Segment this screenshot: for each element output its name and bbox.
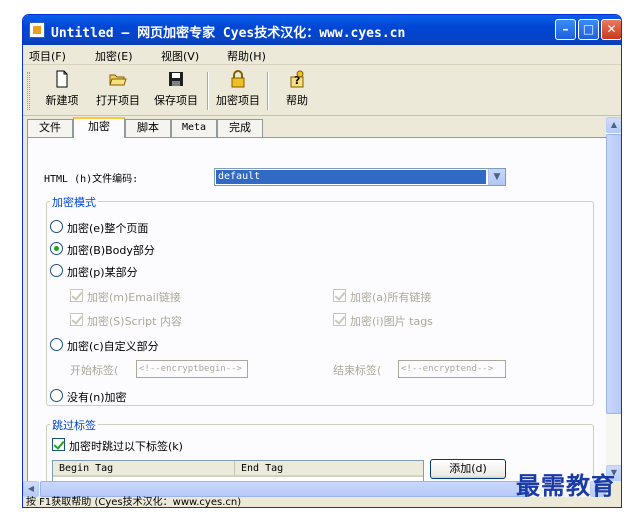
skip-tags-label[interactable]: 加密时跳过以下标签(k) — [69, 438, 183, 454]
toolbar-separator — [267, 72, 269, 110]
encrypt-mode-title: 加密模式 — [50, 194, 98, 210]
checkbox-email-links[interactable] — [70, 289, 83, 302]
radio-whole-page[interactable] — [50, 220, 63, 233]
open-folder-icon — [109, 70, 127, 88]
radio-no-encrypt[interactable] — [50, 389, 63, 402]
menu-view[interactable]: 视图(V) — [161, 48, 199, 64]
skip-tags-list[interactable]: Begin Tag End Tag — [52, 460, 424, 481]
encrypt-panel: HTML (h)文件编码: default ▼ 加密模式 加密(e)整个页面 加… — [27, 137, 606, 481]
add-tag-button[interactable]: 添加(d) — [430, 459, 506, 479]
help-label: 帮助 — [286, 94, 308, 107]
close-button[interactable]: ✕ — [601, 19, 621, 40]
radio-some-part[interactable] — [50, 264, 63, 277]
new-file-icon — [53, 70, 71, 88]
start-tag-label: 开始标签( — [70, 364, 119, 377]
email-links-label: 加密(m)Email链接 — [87, 291, 181, 304]
column-end-tag[interactable]: End Tag — [235, 461, 423, 477]
save-project-label: 保存项目 — [154, 94, 198, 107]
encrypt-project-label: 加密项目 — [216, 94, 260, 107]
chevron-down-icon[interactable]: ▼ — [488, 169, 505, 185]
toolbar-grip[interactable] — [27, 72, 30, 110]
help-icon: ? — [288, 70, 306, 88]
title-bar[interactable]: Untitled – 网页加密专家 Cyes技术汉化：www.cyes.cn –… — [23, 15, 621, 45]
tab-finish[interactable]: 完成 — [217, 119, 263, 137]
toolbar: 新建项 打开项目 保存项目 加密项目 ? 帮助 — [23, 66, 621, 116]
save-project-button[interactable]: 保存项目 — [147, 70, 205, 112]
end-tag-label: 结束标签( — [333, 364, 382, 377]
status-text: 按 F1获取帮助 (Cyes技术汉化：www.cyes.cn) — [26, 497, 242, 508]
body-part-label[interactable]: 加密(B)Body部分 — [67, 242, 155, 258]
open-project-label: 打开项目 — [96, 94, 140, 107]
tab-file[interactable]: 文件 — [27, 119, 73, 137]
scroll-left-button[interactable]: ◀ — [23, 481, 39, 497]
watermark-text: 最需教育 — [516, 471, 616, 500]
menu-help[interactable]: 帮助(H) — [227, 48, 266, 64]
checkbox-script-content[interactable] — [70, 313, 83, 326]
window-title: Untitled – 网页加密专家 Cyes技术汉化：www.cyes.cn — [51, 26, 406, 41]
some-part-label[interactable]: 加密(p)某部分 — [67, 264, 138, 280]
maximize-button[interactable]: □ — [578, 19, 599, 40]
minimize-button[interactable]: – — [555, 19, 576, 40]
radio-body-part[interactable] — [50, 242, 63, 255]
vertical-scrollbar[interactable]: ▲ ▼ — [606, 117, 621, 481]
content-area: 文件 加密 脚本 Meta 完成 HTML (h)文件编码: default ▼… — [23, 117, 606, 481]
new-item-button[interactable]: 新建项 — [37, 70, 87, 112]
open-project-button[interactable]: 打开项目 — [89, 70, 147, 112]
checkbox-image-tags[interactable] — [333, 313, 346, 326]
save-disk-icon — [167, 70, 185, 88]
vertical-scroll-thumb[interactable] — [606, 134, 621, 414]
tab-script[interactable]: 脚本 — [125, 119, 171, 137]
tab-meta[interactable]: Meta — [171, 119, 217, 137]
end-tag-input[interactable]: <!--encryptend--> — [398, 360, 506, 378]
menu-encrypt[interactable]: 加密(E) — [95, 48, 133, 64]
encoding-label: HTML (h)文件编码: — [44, 174, 139, 185]
no-encrypt-label[interactable]: 没有(n)加密 — [67, 389, 127, 405]
app-window: Untitled – 网页加密专家 Cyes技术汉化：www.cyes.cn –… — [22, 14, 622, 508]
menu-bar: 项目(F) 加密(E) 视图(V) 帮助(H) — [23, 45, 621, 65]
lock-icon — [229, 70, 247, 88]
script-content-label: 加密(S)Script 内容 — [87, 315, 182, 328]
checkbox-skip-tags[interactable] — [52, 438, 65, 451]
new-item-label: 新建项 — [45, 94, 79, 107]
image-tags-label: 加密(i)图片 tags — [350, 315, 433, 328]
menu-project[interactable]: 项目(F) — [29, 48, 66, 64]
encrypt-project-button[interactable]: 加密项目 — [211, 70, 265, 112]
skip-tags-title: 跳过标签 — [50, 417, 98, 433]
horizontal-scroll-thumb[interactable] — [40, 481, 530, 497]
help-button[interactable]: ? 帮助 — [277, 70, 317, 112]
tab-encrypt[interactable]: 加密 — [73, 117, 125, 138]
encoding-value: default — [216, 170, 486, 184]
app-icon — [29, 22, 45, 38]
checkbox-all-links[interactable] — [333, 289, 346, 302]
whole-page-label[interactable]: 加密(e)整个页面 — [67, 220, 148, 236]
custom-part-label[interactable]: 加密(c)自定义部分 — [67, 338, 159, 354]
column-begin-tag[interactable]: Begin Tag — [53, 461, 235, 477]
start-tag-input[interactable]: <!--encryptbegin--> — [136, 360, 248, 378]
all-links-label: 加密(a)所有链接 — [350, 291, 432, 304]
toolbar-separator — [207, 72, 209, 110]
radio-custom-part[interactable] — [50, 338, 63, 351]
scroll-up-button[interactable]: ▲ — [606, 117, 621, 133]
encoding-select[interactable]: default ▼ — [214, 168, 506, 186]
